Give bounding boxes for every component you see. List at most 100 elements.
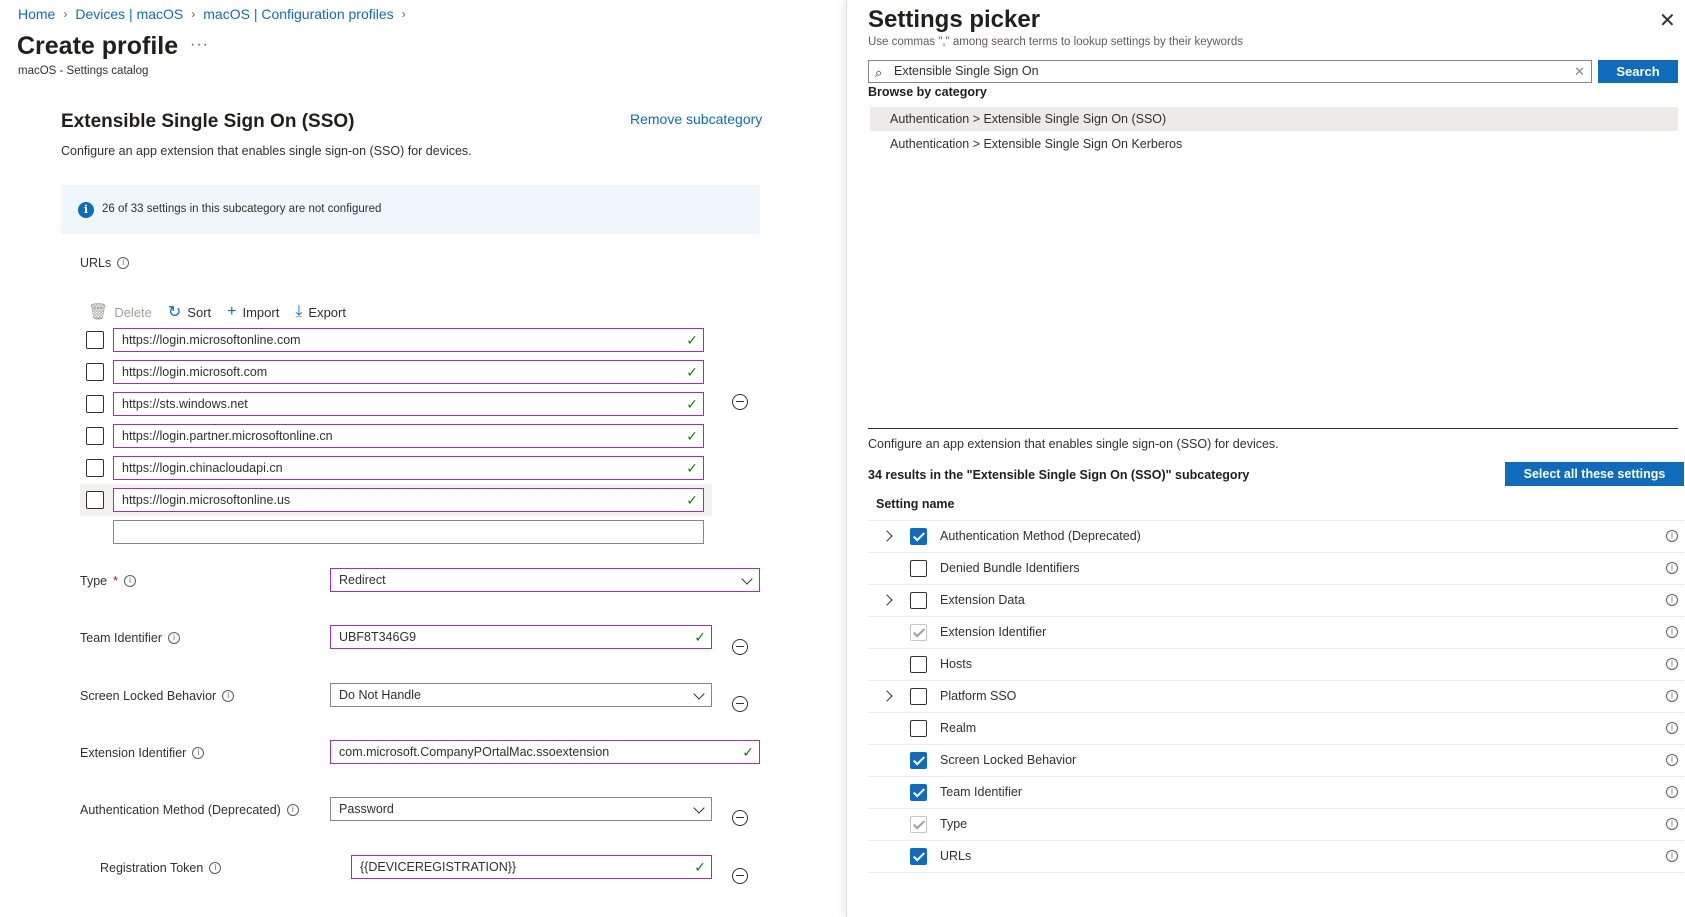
breadcrumb-devices-macos[interactable]: Devices | macOS	[75, 6, 183, 22]
info-icon[interactable]: i	[1666, 818, 1678, 830]
check-icon: ✓	[686, 364, 698, 380]
category-item[interactable]: Authentication > Extensible Single Sign …	[870, 107, 1678, 131]
setting-checkbox[interactable]	[910, 592, 927, 609]
url-input[interactable]: https://login.microsoft.com ✓	[113, 360, 704, 384]
setting-row[interactable]: Platform SSO i	[868, 681, 1684, 713]
setting-row[interactable]: Screen Locked Behavior i	[868, 745, 1684, 777]
setting-row[interactable]: Hosts i	[868, 649, 1684, 681]
info-icon[interactable]: i	[1666, 786, 1678, 798]
search-value: Extensible Single Sign On	[894, 64, 1039, 78]
setting-checkbox[interactable]	[910, 848, 927, 865]
registration-token-input[interactable]: {{DEVICEREGISTRATION}} ✓	[351, 855, 712, 879]
setting-row[interactable]: Denied Bundle Identifiers i	[868, 553, 1684, 585]
type-dropdown[interactable]: Redirect	[330, 568, 760, 592]
url-row-checkbox[interactable]	[86, 427, 104, 445]
setting-row[interactable]: Realm i	[868, 713, 1684, 745]
create-profile-blade: Home › Devices | macOS › macOS | Configu…	[0, 0, 846, 917]
url-row-new	[80, 516, 712, 548]
url-input[interactable]: https://sts.windows.net ✓	[113, 392, 704, 416]
clear-icon[interactable]: ✕	[1574, 61, 1585, 82]
category-item[interactable]: Authentication > Extensible Single Sign …	[870, 132, 1678, 156]
close-icon[interactable]: ✕	[1659, 8, 1676, 33]
info-icon[interactable]: i	[1666, 658, 1678, 670]
info-icon[interactable]: i	[117, 257, 130, 269]
url-row-checkbox[interactable]	[86, 395, 104, 413]
setting-name: Hosts	[940, 657, 972, 671]
team-identifier-input[interactable]: UBF8T346G9 ✓	[330, 625, 712, 649]
check-icon: ✓	[742, 744, 754, 760]
urls-label: URLs i	[80, 256, 130, 270]
setting-row[interactable]: Authentication Method (Deprecated) i	[868, 521, 1684, 553]
info-icon[interactable]: i	[123, 575, 136, 587]
url-row-checkbox[interactable]	[86, 459, 104, 477]
splitter[interactable]	[868, 428, 1678, 429]
screen-locked-label: Screen Locked Behavior i	[80, 689, 235, 703]
chevron-right-icon[interactable]	[881, 690, 893, 702]
info-icon[interactable]: i	[1666, 722, 1678, 734]
search-button[interactable]: Search	[1598, 60, 1678, 83]
chevron-right-icon[interactable]	[881, 594, 893, 606]
remove-setting-icon[interactable]	[732, 696, 748, 712]
breadcrumb-config-profiles[interactable]: macOS | Configuration profiles	[203, 6, 393, 22]
info-icon[interactable]: i	[209, 862, 222, 874]
setting-row[interactable]: URLs i	[868, 841, 1684, 873]
page-subtitle: macOS - Settings catalog	[18, 65, 149, 77]
export-button[interactable]: ⤓ Export	[295, 303, 346, 321]
more-options-icon[interactable]: ···	[190, 36, 209, 54]
setting-checkbox[interactable]	[910, 656, 927, 673]
setting-checkbox[interactable]	[910, 752, 927, 769]
info-icon[interactable]: i	[167, 632, 180, 644]
auth-method-dropdown[interactable]: Password	[330, 797, 712, 821]
url-row: https://login.chinacloudapi.cn ✓	[80, 452, 712, 484]
remove-subcategory-link[interactable]: Remove subcategory	[630, 111, 762, 127]
url-row-checkbox[interactable]	[86, 363, 104, 381]
setting-row[interactable]: Extension Data i	[868, 585, 1684, 617]
search-hint: Use commas "," among search terms to loo…	[868, 36, 1244, 48]
info-icon[interactable]: i	[1666, 690, 1678, 702]
chevron-right-icon[interactable]	[881, 530, 893, 542]
info-icon[interactable]: i	[192, 747, 205, 759]
screen-locked-dropdown[interactable]: Do Not Handle	[330, 683, 712, 707]
setting-checkbox[interactable]	[910, 688, 927, 705]
info-icon[interactable]: i	[286, 804, 299, 816]
info-icon[interactable]: i	[1666, 594, 1678, 606]
delete-button[interactable]: 🗑 Delete	[88, 302, 152, 322]
auth-method-label: Authentication Method (Deprecated) i	[80, 803, 299, 817]
remove-setting-icon[interactable]	[732, 810, 748, 826]
extension-identifier-label: Extension Identifier i	[80, 746, 205, 760]
url-row-checkbox[interactable]	[86, 491, 104, 509]
info-icon[interactable]: i	[222, 690, 235, 702]
remove-setting-icon[interactable]	[732, 639, 748, 655]
url-input[interactable]: https://login.chinacloudapi.cn ✓	[113, 456, 704, 480]
sort-button[interactable]: ↻ Sort	[168, 302, 211, 322]
setting-row[interactable]: Team Identifier i	[868, 777, 1684, 809]
url-input[interactable]: https://login.partner.microsoftonline.cn…	[113, 424, 704, 448]
breadcrumb-home[interactable]: Home	[18, 6, 55, 22]
screen-locked-label-text: Screen Locked Behavior	[80, 689, 217, 703]
info-icon[interactable]: i	[1666, 562, 1678, 574]
url-input[interactable]: https://login.microsoftonline.com ✓	[113, 328, 704, 352]
remove-setting-icon[interactable]	[732, 394, 748, 410]
setting-checkbox[interactable]	[910, 528, 927, 545]
page-title: Create profile	[17, 32, 179, 60]
info-icon[interactable]: i	[1666, 626, 1678, 638]
url-input[interactable]: https://login.microsoftonline.us ✓	[113, 488, 704, 512]
setting-checkbox[interactable]	[910, 560, 927, 577]
remove-setting-icon[interactable]	[732, 868, 748, 884]
import-button[interactable]: + Import	[227, 303, 279, 321]
select-all-button[interactable]: Select all these settings	[1505, 462, 1684, 486]
new-url-input[interactable]	[113, 520, 704, 544]
setting-checkbox[interactable]	[910, 720, 927, 737]
settings-search-input[interactable]: ⌕ Extensible Single Sign On ✕	[868, 60, 1592, 83]
setting-checkbox[interactable]	[910, 784, 927, 801]
setting-row[interactable]: Type i	[868, 809, 1684, 841]
setting-row[interactable]: Extension Identifier i	[868, 617, 1684, 649]
info-icon[interactable]: i	[1666, 530, 1678, 542]
info-icon[interactable]: i	[1666, 850, 1678, 862]
team-identifier-label: Team Identifier i	[80, 631, 180, 645]
extension-identifier-input[interactable]: com.microsoft.CompanyPOrtalMac.ssoextens…	[330, 740, 760, 764]
url-row-checkbox[interactable]	[86, 331, 104, 349]
info-icon[interactable]: i	[1666, 754, 1678, 766]
url-value: https://sts.windows.net	[122, 397, 248, 411]
chevron-down-icon	[741, 573, 753, 585]
